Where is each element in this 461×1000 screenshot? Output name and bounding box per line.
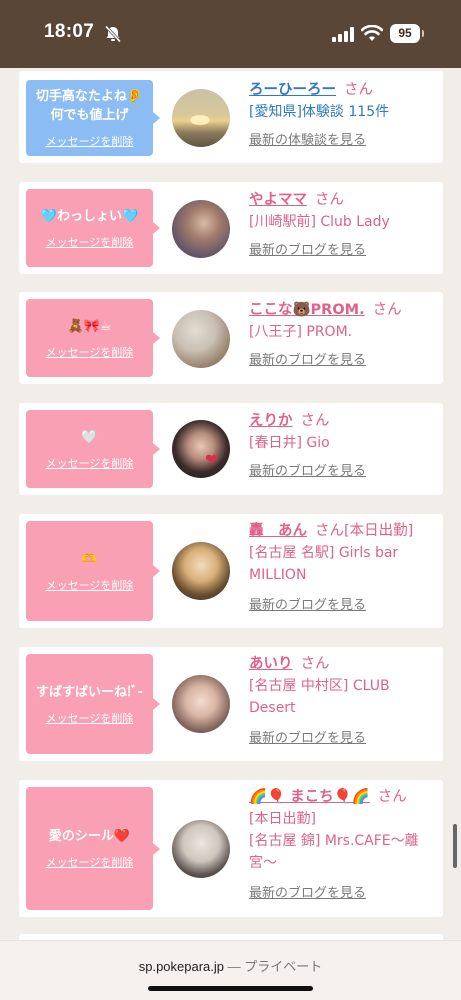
shop-line: [春日井] Gio (249, 435, 330, 451)
private-label: — プライベート (227, 959, 323, 974)
message-text: 🤍 (81, 429, 98, 445)
message-text: 🩵わっしょい🩵 (40, 208, 139, 224)
avatar[interactable] (172, 820, 230, 878)
message-line: 何でも値上げ (50, 108, 129, 123)
message-text: 切手高なたよね👂 何でも値上げ (32, 87, 147, 125)
honorific: さん (315, 192, 344, 208)
shop-line: [名古屋 中村区] CLUB (249, 678, 390, 694)
status-bar: 18:07 95 (0, 0, 461, 68)
bell-muted-icon (104, 25, 122, 43)
url-bar[interactable]: sp.pokepara.jp — プライベート (0, 940, 461, 1000)
cast-name-link[interactable]: えりか (249, 413, 293, 429)
cast-name-link[interactable]: 轟 あん (249, 523, 307, 539)
attendance-badge: [本日出勤] (344, 523, 414, 539)
avatar[interactable] (172, 200, 230, 258)
avatar[interactable] (172, 675, 230, 733)
avatar[interactable] (172, 542, 230, 600)
list-item: 🤍 メッセージを削除 ❤ えりか さん [春日井] Gio 最新のブログを見る (19, 403, 443, 495)
avatar[interactable] (172, 89, 230, 147)
cast-name-link[interactable]: 🌈🎈 まこち🎈🌈 (249, 789, 370, 805)
shop-line: [名古屋 名駅] Girls bar (249, 545, 399, 561)
list-item: 🫶 メッセージを削除 轟 あん さん[本日出勤] [名古屋 名駅] Girls b… (19, 514, 443, 628)
shop-line: MILLION (249, 567, 307, 583)
latest-link[interactable]: 最新の体験談を見る (249, 129, 439, 148)
cast-name-link[interactable]: あいり (249, 656, 293, 672)
message-bubble: 🫶 メッセージを削除 (26, 521, 160, 621)
message-bubble: 愛のシール❤️ メッセージを削除 (26, 787, 160, 910)
message-text: 🧸🎀☕ (67, 318, 112, 334)
latest-link[interactable]: 最新のブログを見る (249, 727, 439, 746)
honorific: さん (300, 413, 330, 429)
latest-link[interactable]: 最新のブログを見る (249, 460, 439, 479)
delete-message-button[interactable]: メッセージを削除 (46, 854, 134, 870)
cast-name-link[interactable]: ろーひーろー (249, 82, 336, 98)
shop-line: [八王子] PROM. (249, 324, 353, 340)
message-text: 愛のシール❤️ (48, 829, 131, 844)
home-indicator[interactable] (148, 986, 313, 991)
latest-link[interactable]: 最新のブログを見る (249, 882, 439, 901)
shop-line: [川崎駅前] Club Lady (249, 214, 390, 230)
delete-message-button[interactable]: メッセージを削除 (46, 344, 134, 360)
latest-link[interactable]: 最新のブログを見る (249, 239, 439, 258)
cast-info: あいり さん [名古屋 中村区] CLUB Desert 最新のブログを見る (249, 653, 439, 746)
wifi-icon (361, 25, 383, 41)
message-bubble: 🧸🎀☕ メッセージを削除 (26, 299, 160, 377)
message-text: 🫶 (81, 551, 98, 567)
cast-info: ここな🐻PROM. さん [八王子] PROM. 最新のブログを見る (249, 299, 439, 368)
shop-line: [本日出勤] (249, 811, 316, 827)
signal-icon (332, 27, 354, 42)
delete-message-button[interactable]: メッセージを削除 (46, 455, 134, 471)
cast-info: えりか さん [春日井] Gio 最新のブログを見る (249, 410, 439, 479)
message-bubble: 🩵わっしょい🩵 メッセージを削除 (26, 189, 160, 267)
avatar[interactable] (172, 310, 230, 368)
heart-sticker: ❤ (205, 450, 219, 469)
url-domain: sp.pokepara.jp (138, 959, 225, 974)
battery-icon: 95 (390, 24, 424, 43)
cast-name-link[interactable]: やよママ (249, 192, 307, 208)
honorific: さん (377, 789, 407, 805)
cast-info: ろーひーろー さん [愛知県]体験談 115件 最新の体験談を見る (249, 79, 439, 148)
message-bubble: 切手高なたよね👂 何でも値上げ メッセージを削除 (26, 80, 160, 156)
shop-line: [愛知県]体験談 115件 (249, 104, 390, 120)
url-text[interactable]: sp.pokepara.jp — プライベート (0, 956, 461, 975)
shop-line: 宮〜 (249, 855, 277, 871)
delete-message-button[interactable]: メッセージを削除 (46, 577, 134, 593)
honorific: さん (344, 82, 373, 98)
status-time: 18:07 (44, 21, 95, 42)
list-item: 🧸🎀☕ メッセージを削除 ここな🐻PROM. さん [八王子] PROM. 最新の… (19, 292, 443, 384)
cast-info: 🌈🎈 まこち🎈🌈 さん [本日出勤] [名古屋 錦] Mrs.CAFE〜離 宮〜 … (249, 786, 439, 901)
cast-info: 轟 あん さん[本日出勤] [名古屋 名駅] Girls bar MILLION … (249, 520, 439, 613)
delete-message-button[interactable]: メッセージを削除 (46, 234, 134, 250)
sun-glow (190, 115, 210, 125)
cast-info: やよママ さん [川崎駅前] Club Lady 最新のブログを見る (249, 189, 439, 258)
cast-name-link[interactable]: ここな🐻PROM. (249, 302, 365, 318)
delete-message-button[interactable]: メッセージを削除 (46, 133, 134, 149)
avatar[interactable]: ❤ (172, 420, 230, 478)
message-line: 切手高なたよね👂 (35, 89, 144, 104)
list-item: 切手高なたよね👂 何でも値上げ メッセージを削除 ろーひーろー さん [愛知県]体… (19, 71, 443, 163)
shop-line: Desert (249, 700, 296, 716)
latest-link[interactable]: 最新のブログを見る (249, 349, 439, 368)
honorific: さん (315, 523, 344, 539)
honorific: さん (300, 656, 330, 672)
shop-line: [名古屋 錦] Mrs.CAFE〜離 (249, 833, 419, 849)
delete-message-button[interactable]: メッセージを削除 (46, 710, 134, 726)
list-item: 愛のシール❤️ メッセージを削除 🌈🎈 まこち🎈🌈 さん [本日出勤] [名古屋 … (19, 780, 443, 917)
latest-link[interactable]: 最新のブログを見る (249, 594, 439, 613)
list-item: すばすばいーね!ﾞ- メッセージを削除 あいり さん [名古屋 中村区] CLUB… (19, 647, 443, 761)
message-text: すばすばいーね!ﾞ- (35, 684, 144, 700)
honorific: さん (372, 302, 402, 318)
list-item: 🩵わっしょい🩵 メッセージを削除 やよママ さん [川崎駅前] Club Lady… (19, 182, 443, 274)
scrollbar[interactable] (453, 824, 457, 868)
message-bubble: すばすばいーね!ﾞ- メッセージを削除 (26, 654, 160, 754)
message-list[interactable]: 切手高なたよね👂 何でも値上げ メッセージを削除 ろーひーろー さん [愛知県]体… (0, 68, 461, 940)
message-bubble: 🤍 メッセージを削除 (26, 410, 160, 488)
